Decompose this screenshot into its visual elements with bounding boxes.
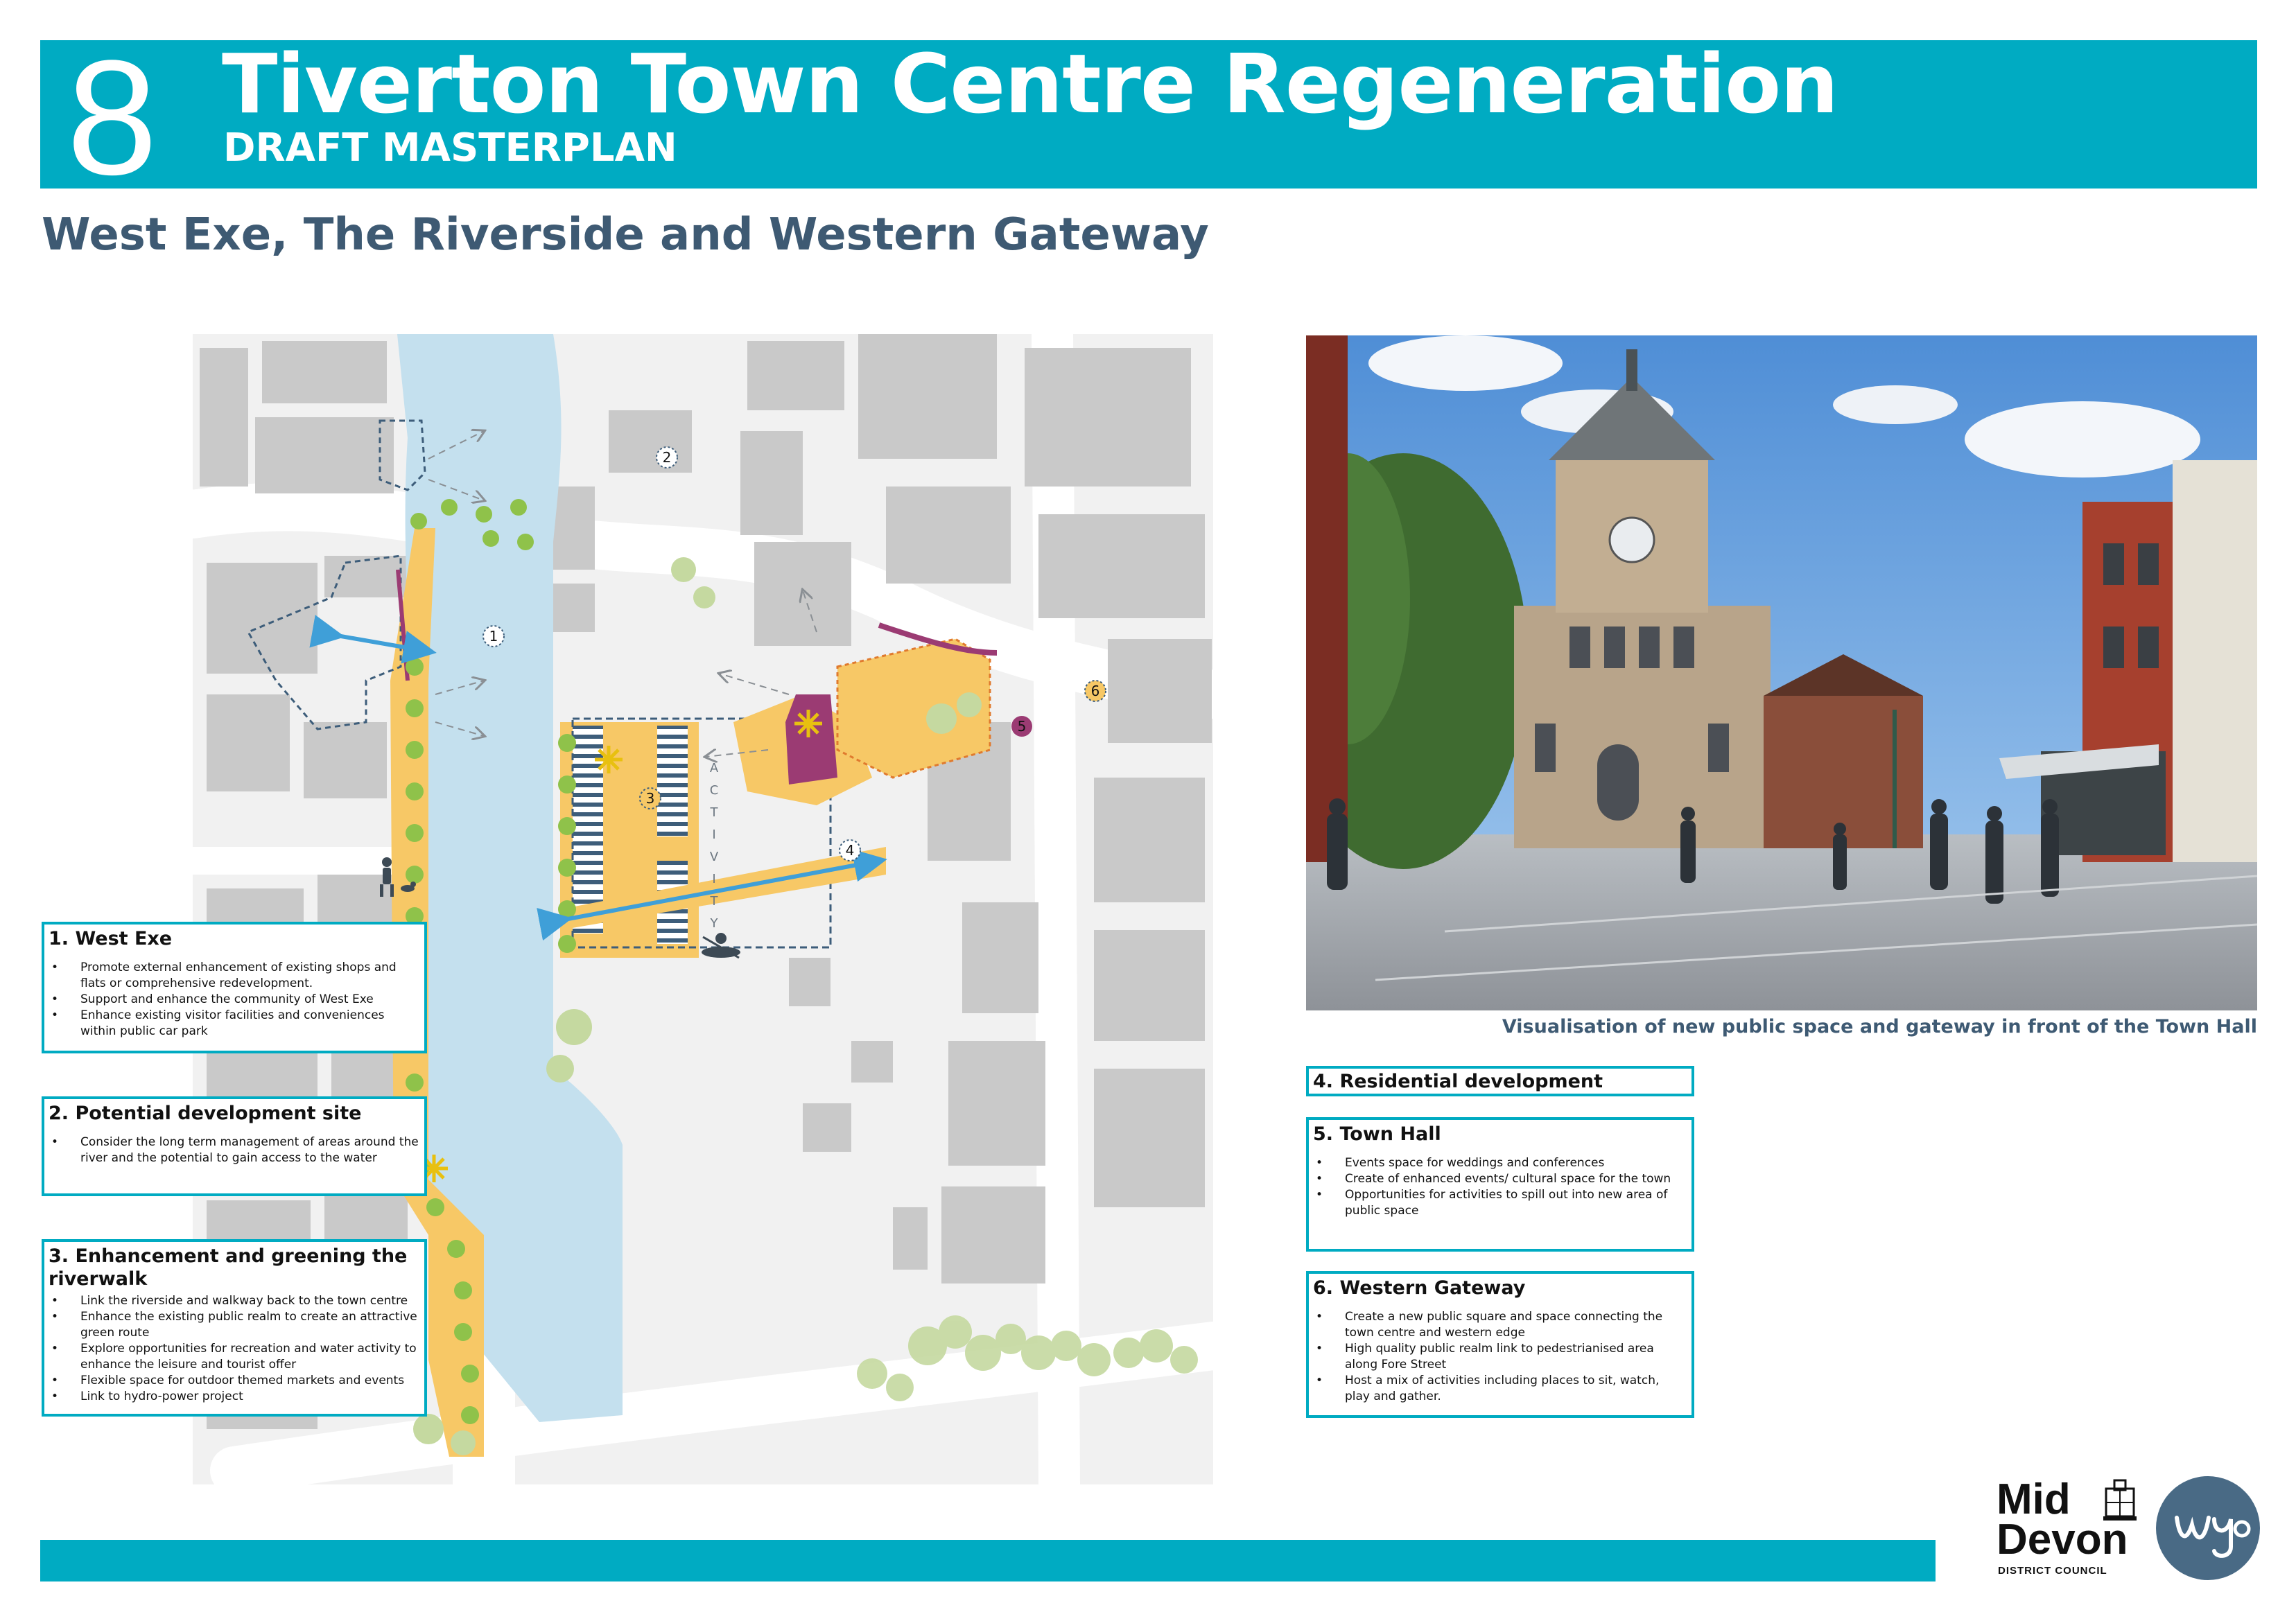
wyg-logo — [2156, 1476, 2260, 1580]
board-title: Tiverton Town Centre Regeneration — [222, 36, 1838, 132]
svg-text:6: 6 — [1091, 683, 1100, 699]
svg-text:I: I — [712, 872, 715, 886]
info-box-west-exe: 1. West Exe Promote external enhancement… — [42, 922, 427, 1053]
svg-text:A: A — [710, 761, 719, 776]
info-item: Flexible space for outdoor themed market… — [51, 1373, 420, 1389]
info-box-list: Consider the long term management of are… — [49, 1134, 420, 1166]
info-item: Consider the long term management of are… — [51, 1134, 420, 1166]
info-box-riverwalk: 3. Enhancement and greening the riverwal… — [42, 1239, 427, 1417]
section-heading: West Exe, The Riverside and Western Gate… — [42, 209, 1209, 261]
info-item: Enhance the existing public realm to cre… — [51, 1309, 420, 1341]
info-box-list: Promote external enhancement of existing… — [49, 960, 420, 1040]
info-item: Explore opportunities for recreation and… — [51, 1341, 420, 1373]
info-item: Link the riverside and walkway back to t… — [51, 1293, 420, 1309]
info-item: Create of enhanced events/ cultural spac… — [1316, 1171, 1687, 1187]
info-item: Support and enhance the community of Wes… — [51, 992, 420, 1008]
info-box-residential-development: 4. Residential development — [1306, 1066, 1694, 1096]
info-box-title: 5. Town Hall — [1313, 1123, 1441, 1145]
info-box-list: Events space for weddings and conference… — [1313, 1155, 1687, 1219]
logo-devon-text: Devon — [1997, 1516, 2128, 1563]
map-marker-1: 1 — [482, 625, 505, 647]
photo-caption: Visualisation of new public space and ga… — [1502, 1016, 2257, 1037]
svg-text:Y: Y — [710, 916, 719, 931]
event-star-icon — [595, 746, 623, 773]
svg-text:T: T — [710, 894, 719, 909]
info-box-title: 6. Western Gateway — [1313, 1277, 1526, 1299]
svg-text:T: T — [710, 805, 719, 820]
town-hall-visualisation-drawing — [1306, 335, 2257, 1010]
svg-text:4: 4 — [846, 842, 855, 859]
info-box-potential-development-site: 2. Potential development site Consider t… — [42, 1096, 427, 1196]
info-item: Events space for weddings and conference… — [1316, 1155, 1687, 1171]
map-marker-3: 3 — [639, 787, 661, 809]
info-item: Enhance existing visitor facilities and … — [51, 1008, 420, 1040]
board-subtitle: DRAFT MASTERPLAN — [223, 125, 677, 170]
crest-icon — [2103, 1479, 2137, 1521]
footer-bar — [40, 1540, 1936, 1581]
info-item: Create a new public square and space con… — [1316, 1309, 1687, 1341]
info-box-list: Create a new public square and space con… — [1313, 1309, 1687, 1405]
info-box-western-gateway: 6. Western Gateway Create a new public s… — [1306, 1271, 1694, 1418]
info-box-list: Link the riverside and walkway back to t… — [49, 1293, 420, 1405]
info-box-title: 4. Residential development — [1313, 1071, 1603, 1092]
logo-mid-text: Mid — [1997, 1475, 2071, 1523]
svg-text:5: 5 — [1018, 718, 1027, 735]
svg-text:2: 2 — [663, 449, 672, 466]
info-item: High quality public realm link to pedest… — [1316, 1341, 1687, 1373]
svg-text:C: C — [710, 783, 719, 798]
info-item: Link to hydro-power project — [51, 1389, 420, 1405]
logo-council-text: DISTRICT COUNCIL — [1998, 1565, 2107, 1577]
info-box-town-hall: 5. Town Hall Events space for weddings a… — [1306, 1117, 1694, 1252]
map-marker-2: 2 — [656, 446, 678, 468]
info-box-title: 3. Enhancement and greening the riverwal… — [49, 1245, 408, 1290]
info-box-title: 2. Potential development site — [49, 1103, 362, 1124]
board-number: 8 — [67, 26, 158, 209]
svg-text:I: I — [712, 827, 715, 842]
info-item: Promote external enhancement of existing… — [51, 960, 420, 992]
info-box-title: 1. West Exe — [49, 928, 173, 949]
event-star-icon — [794, 710, 822, 737]
mid-devon-logo: Mid Devon DISTRICT COUNCIL — [1997, 1475, 2152, 1577]
svg-text:3: 3 — [646, 790, 655, 807]
map-marker-4: 4 — [839, 839, 861, 861]
map-marker-6: 6 — [1084, 680, 1106, 702]
town-hall-visualisation — [1306, 335, 2257, 1010]
map-marker-5: 5 — [1011, 716, 1032, 737]
svg-text:1: 1 — [489, 628, 498, 645]
svg-text:V: V — [710, 850, 719, 864]
info-item: Host a mix of activities including place… — [1316, 1373, 1687, 1405]
wyg-logo-mark — [2175, 1516, 2251, 1558]
info-item: Opportunities for activities to spill ou… — [1316, 1187, 1687, 1219]
